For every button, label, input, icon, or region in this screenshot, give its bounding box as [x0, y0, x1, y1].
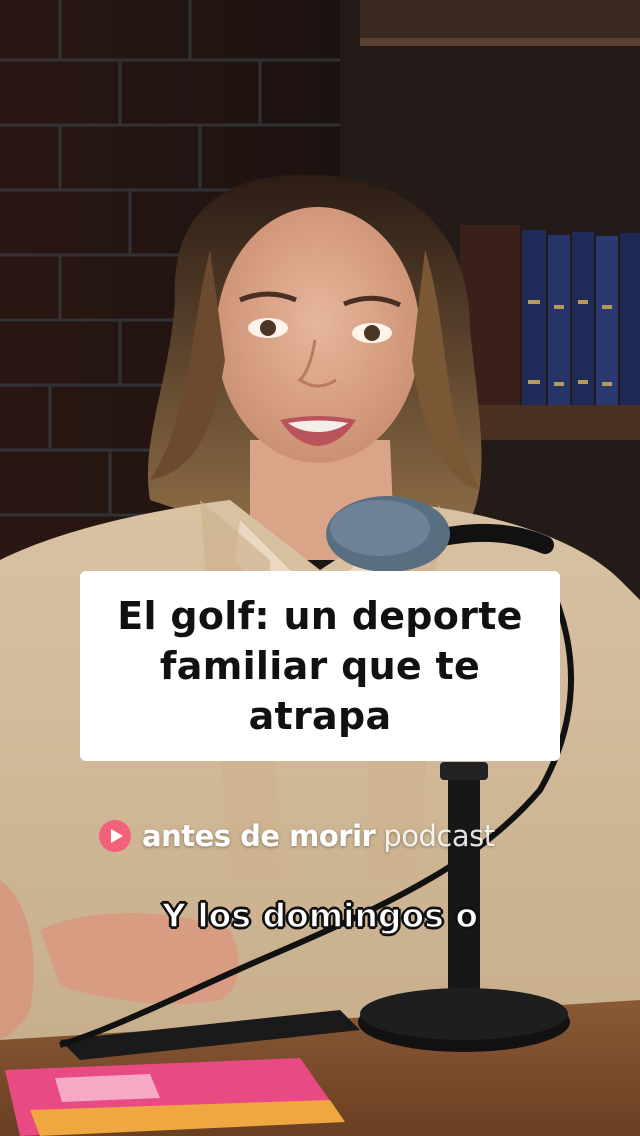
brand-suffix: podcast — [383, 819, 495, 853]
video-frame — [0, 0, 640, 1136]
video-title: El golf: un deporte familiar que te atra… — [117, 594, 523, 738]
play-icon — [99, 820, 131, 852]
podcast-brand: antes de morir podcast — [98, 812, 495, 860]
subtitle-caption: Y los domingos o — [161, 895, 479, 936]
brand-name: antes de morir — [142, 819, 376, 853]
title-card: El golf: un deporte familiar que te atra… — [80, 571, 560, 761]
